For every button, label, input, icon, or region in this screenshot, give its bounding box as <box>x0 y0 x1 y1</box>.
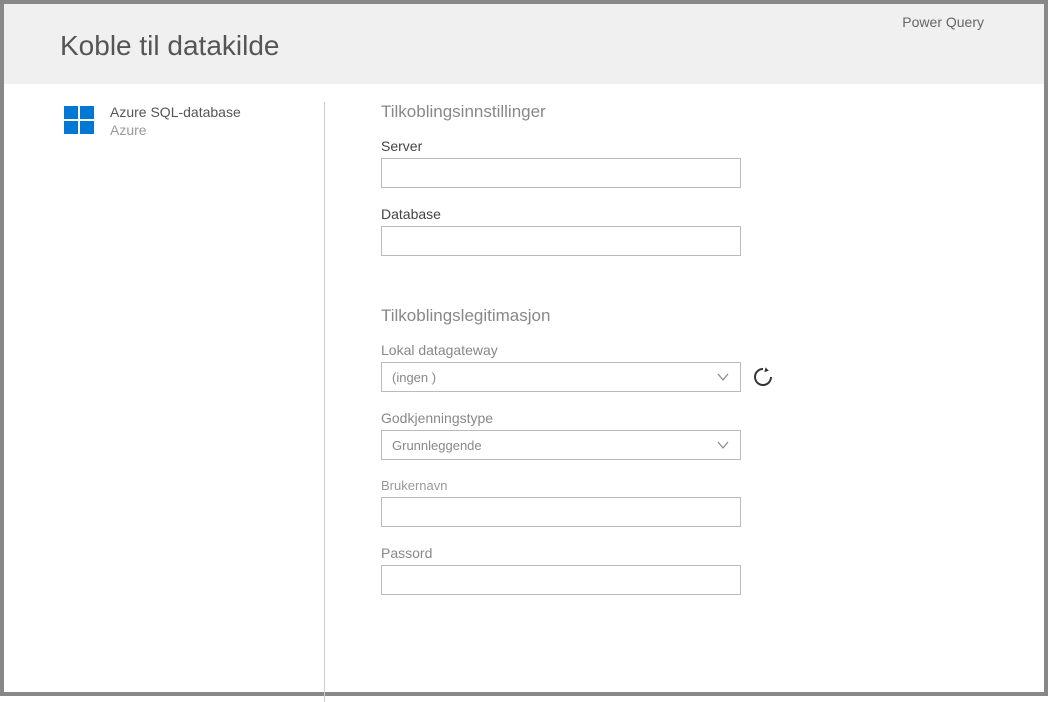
field-authtype: Godkjenningstype Grunnleggende <box>381 410 1004 460</box>
field-gateway: Lokal datagateway (ingen ) <box>381 342 1004 392</box>
database-label: Database <box>381 206 1004 222</box>
username-label: Brukernavn <box>381 478 1004 493</box>
section-heading-connection-settings: Tilkoblingsinnstillinger <box>381 102 1004 122</box>
gateway-value: (ingen ) <box>392 370 436 385</box>
windows-icon <box>64 104 96 136</box>
password-input[interactable] <box>381 565 741 595</box>
password-label: Passord <box>381 545 1004 561</box>
field-database: Database <box>381 206 1004 256</box>
refresh-icon[interactable] <box>753 367 773 387</box>
field-username: Brukernavn <box>381 478 1004 527</box>
sidebar-item-azure-sql[interactable]: Azure SQL-database Azure <box>64 104 304 138</box>
authtype-select[interactable]: Grunnleggende <box>381 430 741 460</box>
sidebar-item-title: Azure SQL-database <box>110 104 241 120</box>
gateway-select[interactable]: (ingen ) <box>381 362 741 392</box>
database-input[interactable] <box>381 226 741 256</box>
server-label: Server <box>381 138 1004 154</box>
section-heading-credentials: Tilkoblingslegitimasjon <box>381 306 1004 326</box>
main-panel: Tilkoblingsinnstillinger Server Database… <box>325 102 1044 702</box>
chevron-down-icon <box>716 438 730 452</box>
field-server: Server <box>381 138 1004 188</box>
product-label: Power Query <box>902 14 984 30</box>
field-password: Passord <box>381 545 1004 595</box>
page-title: Koble til datakilde <box>60 30 1020 62</box>
authtype-label: Godkjenningstype <box>381 410 1004 426</box>
sidebar-item-subtitle: Azure <box>110 122 241 138</box>
header: Power Query Koble til datakilde <box>4 4 1044 84</box>
sidebar: Azure SQL-database Azure <box>4 102 324 702</box>
gateway-label: Lokal datagateway <box>381 342 1004 358</box>
server-input[interactable] <box>381 158 741 188</box>
chevron-down-icon <box>716 370 730 384</box>
content: Azure SQL-database Azure Tilkoblingsinns… <box>4 84 1044 702</box>
username-input[interactable] <box>381 497 741 527</box>
authtype-value: Grunnleggende <box>392 438 482 453</box>
